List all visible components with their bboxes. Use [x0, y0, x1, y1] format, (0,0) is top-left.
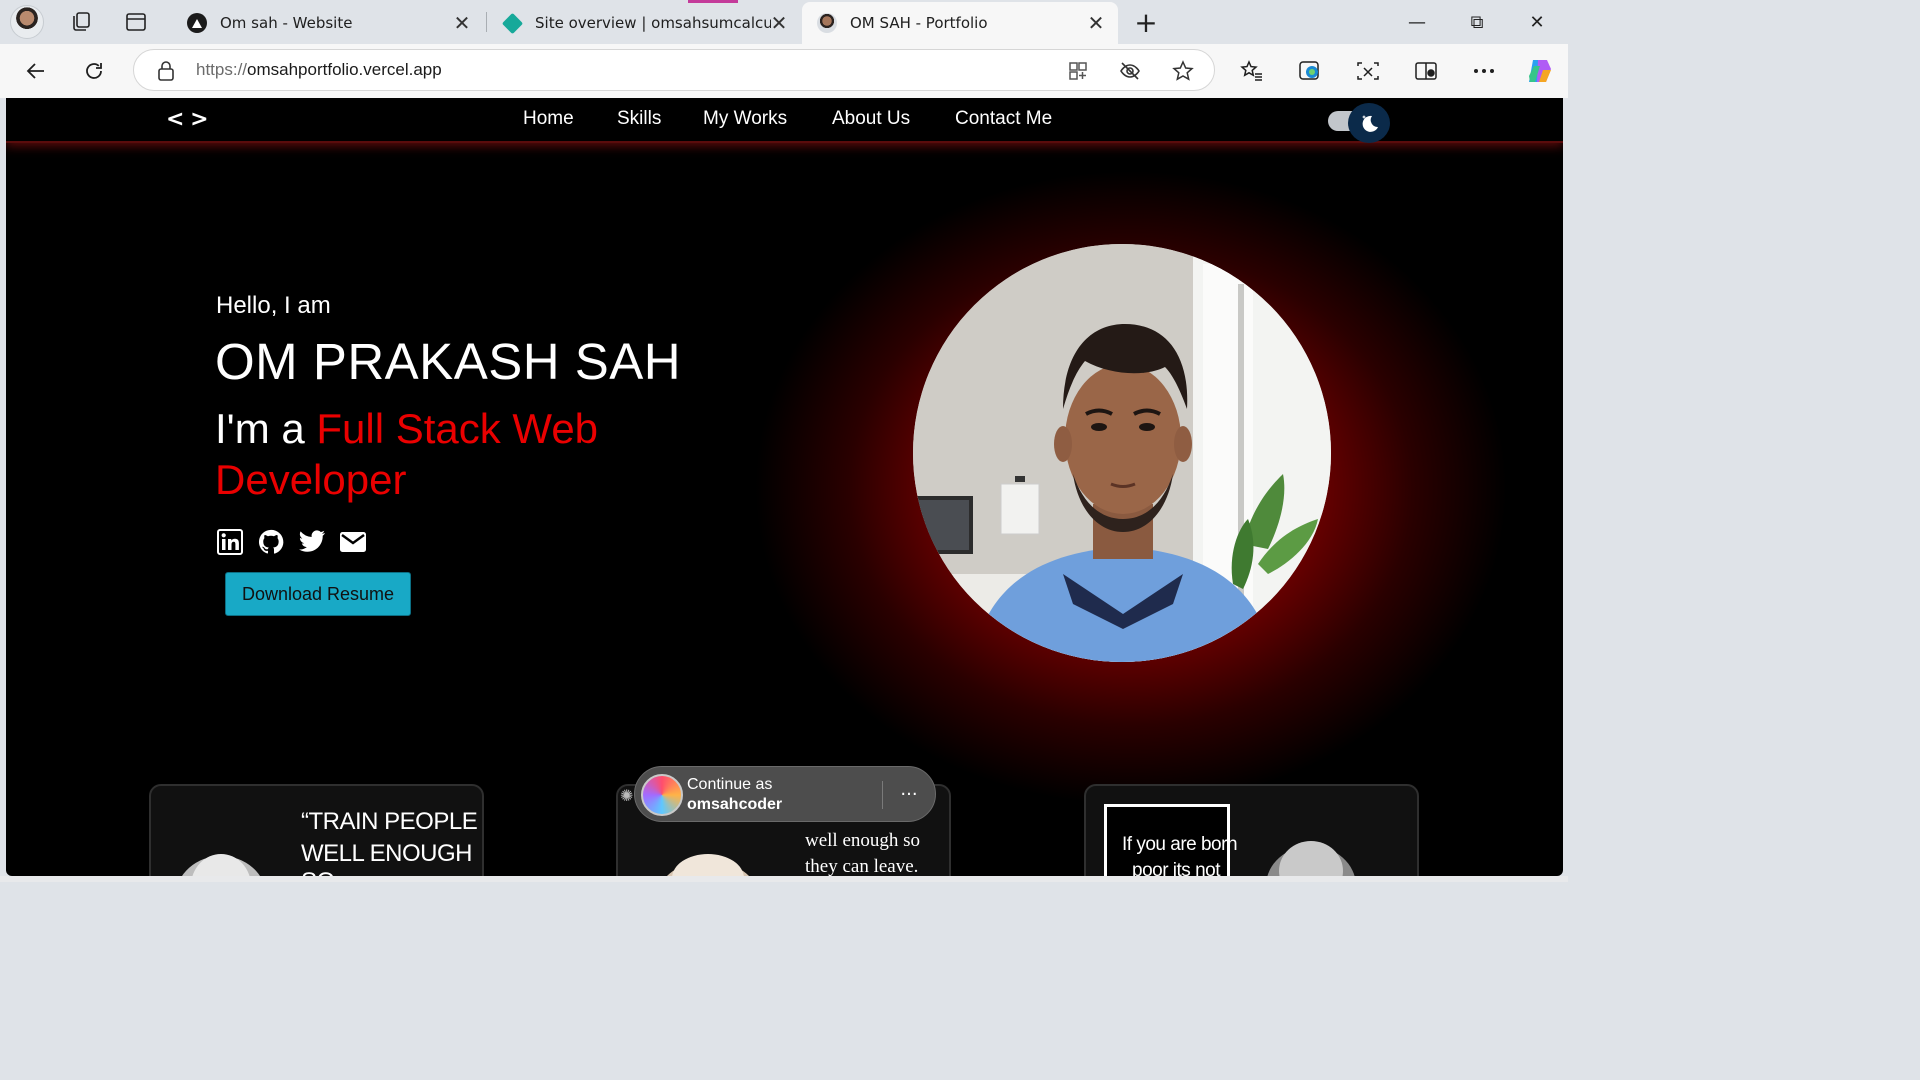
quote-card-3[interactable]: If you are born poor its not [1084, 784, 1419, 876]
refresh-button[interactable] [76, 53, 112, 89]
page-viewport: < > Home Skills My Works About Us Contac… [6, 98, 1563, 876]
download-resume-button[interactable]: Download Resume [225, 572, 411, 616]
card-quote-line1: If you are born [1122, 834, 1238, 855]
account-avatar [641, 774, 683, 816]
back-button[interactable] [18, 53, 54, 89]
sparkle-icon: ✺ [620, 786, 634, 805]
tab-title: Site overview | omsahsumcalculat [535, 14, 771, 32]
tab-om-sah-website[interactable]: Om sah - Website ✕ [172, 2, 484, 44]
restore-button[interactable]: ⧉ [1447, 0, 1507, 44]
tracking-prevention-icon[interactable] [1116, 57, 1144, 85]
tab-close-icon[interactable]: ✕ [450, 11, 474, 35]
role-prefix: I'm a [215, 405, 317, 452]
linkedin-icon[interactable] [216, 528, 244, 556]
tab-activity-indicator [688, 0, 738, 3]
social-links [216, 528, 367, 556]
copilot-icon[interactable] [1522, 53, 1558, 89]
tab-title: Om sah - Website [220, 14, 353, 32]
card-portrait-image [666, 854, 750, 876]
continue-as-popup[interactable]: Continue as omsahcoder ··· [634, 766, 936, 822]
card-quote-line2: WELL ENOUGH SO [301, 840, 472, 876]
netlify-favicon-icon [501, 12, 523, 34]
continue-as-label: Continue as [687, 776, 773, 793]
window-bottom-edge [0, 876, 1568, 882]
screenshot-icon[interactable] [1350, 53, 1386, 89]
site-info-lock-icon[interactable] [154, 59, 178, 83]
split-screen-icon[interactable] [1408, 53, 1444, 89]
edge-bar-icon[interactable] [1292, 53, 1328, 89]
nav-contact-me[interactable]: Contact Me [955, 108, 1052, 130]
vertical-tabs-icon[interactable] [118, 4, 154, 40]
nav-about-us[interactable]: About Us [832, 108, 910, 130]
card-quote-line1: “TRAIN PEOPLE [301, 808, 478, 835]
card-quote-line1: well enough so [805, 830, 921, 851]
new-tab-button[interactable]: + [1128, 4, 1164, 40]
window-close-button[interactable]: ✕ [1507, 0, 1567, 44]
hero-name: OM PRAKASH SAH [215, 333, 682, 390]
tab-strip: Om sah - Website ✕ Site overview | omsah… [0, 0, 1568, 44]
more-options-icon[interactable] [1466, 53, 1502, 89]
workspaces-icon[interactable] [63, 4, 99, 40]
card-quote-line2: they can leave. [805, 856, 919, 876]
profile-photo [913, 244, 1331, 662]
card-quote-line2: poor its not [1132, 860, 1221, 876]
nav-home[interactable]: Home [523, 108, 574, 130]
theme-toggle[interactable] [1328, 103, 1392, 143]
quote-card-1[interactable]: “TRAIN PEOPLE WELL ENOUGH SO [149, 784, 484, 876]
popup-divider [882, 781, 883, 809]
more-options-button[interactable]: ··· [894, 779, 924, 809]
url-text[interactable]: https://omsahportfolio.vercel.app [196, 60, 442, 80]
app-available-icon[interactable] [1064, 57, 1092, 85]
tab-title: OM SAH - Portfolio [850, 14, 988, 32]
portfolio-favicon-icon [816, 12, 838, 34]
tab-om-sah-portfolio[interactable]: OM SAH - Portfolio ✕ [802, 2, 1118, 44]
address-bar[interactable]: https://omsahportfolio.vercel.app [133, 49, 1215, 91]
favorite-star-icon[interactable] [1169, 57, 1197, 85]
mail-icon[interactable] [339, 528, 367, 556]
github-icon[interactable] [257, 528, 285, 556]
tab-site-overview[interactable]: Site overview | omsahsumcalculat ✕ [487, 2, 801, 44]
card-portrait-image [182, 854, 260, 876]
account-username: omsahcoder [687, 796, 783, 813]
hero-role: I'm a Full Stack Web Developer [215, 403, 715, 505]
profile-avatar[interactable] [10, 5, 44, 39]
browser-toolbar: https://omsahportfolio.vercel.app [0, 44, 1568, 98]
nav-skills[interactable]: Skills [617, 108, 661, 130]
nav-my-works[interactable]: My Works [703, 108, 787, 130]
card-portrait-image [1267, 841, 1355, 876]
tab-close-icon[interactable]: ✕ [767, 11, 791, 35]
minimize-button[interactable]: — [1387, 0, 1447, 44]
twitter-icon[interactable] [298, 528, 326, 556]
site-logo[interactable]: < > [166, 107, 209, 132]
vercel-favicon-icon [186, 12, 208, 34]
moon-icon [1348, 103, 1390, 143]
tab-close-icon[interactable]: ✕ [1084, 11, 1108, 35]
hero-greeting: Hello, I am [216, 292, 331, 319]
site-navbar: < > Home Skills My Works About Us Contac… [6, 98, 1563, 143]
favorites-icon[interactable] [1234, 53, 1270, 89]
